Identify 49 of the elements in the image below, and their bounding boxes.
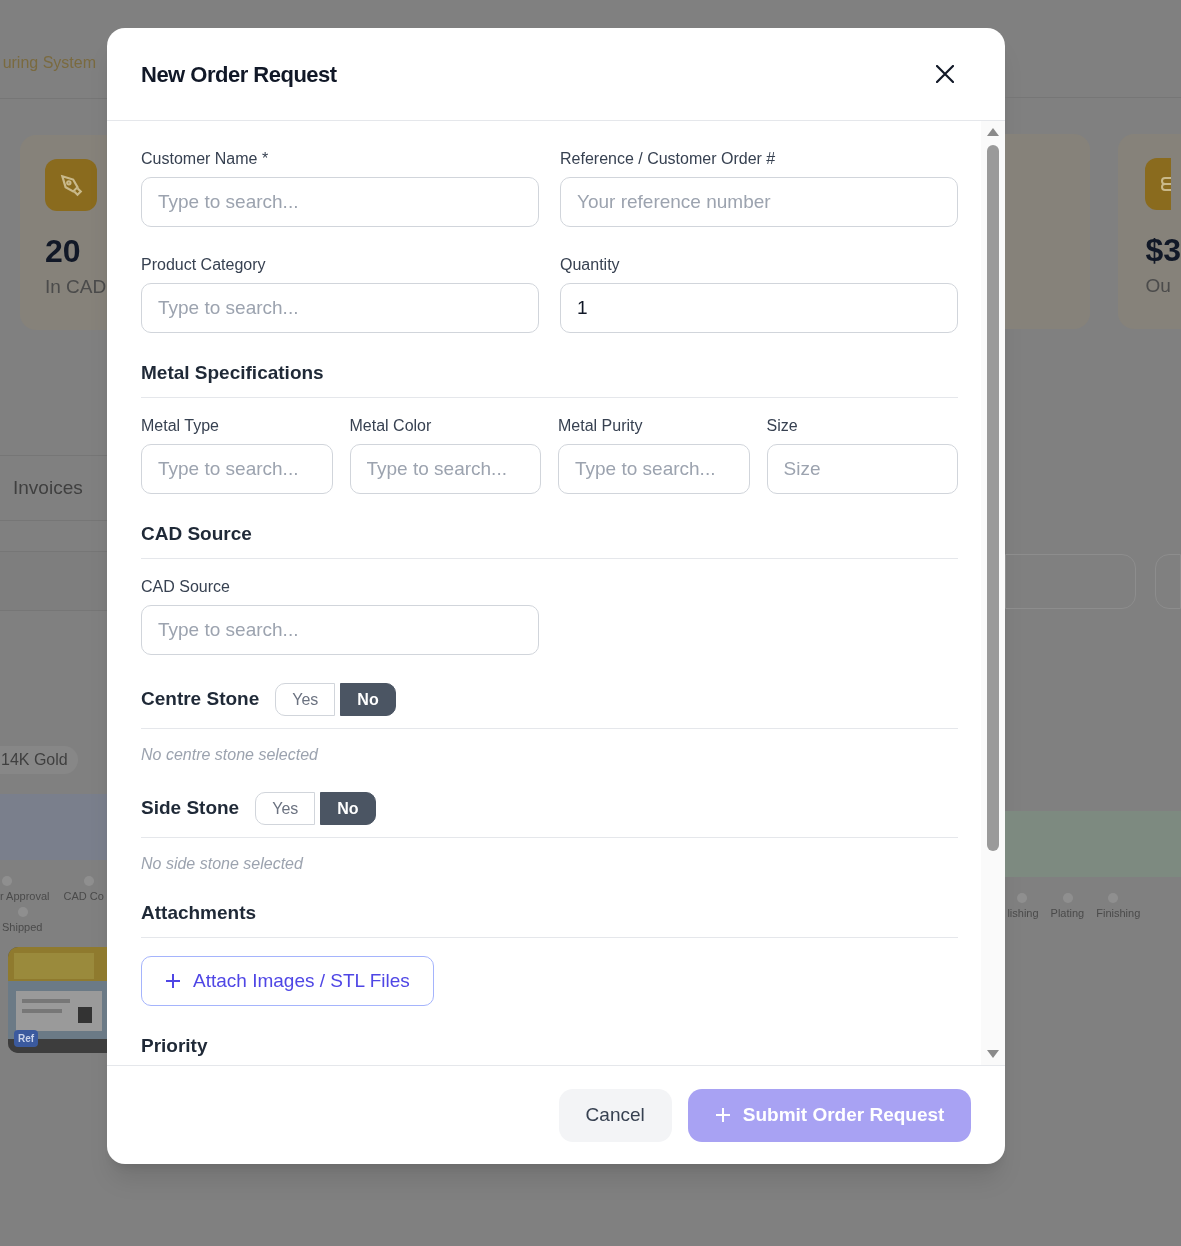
field-label: Size [766, 416, 799, 436]
app-subtitle: uring System [2, 53, 96, 73]
plus-icon [714, 1107, 731, 1123]
scroll-down-icon[interactable] [986, 1049, 1001, 1059]
scrollbar[interactable] [981, 121, 1006, 1065]
field-label: Metal Color [349, 416, 433, 436]
field-label: CAD Source [141, 577, 231, 597]
empty-note: No side stone selected [141, 854, 305, 874]
pen-nib-icon [58, 172, 84, 198]
empty-note: No centre stone selected [141, 745, 320, 765]
input-field[interactable]: Type to search... [141, 444, 333, 494]
toggle-option[interactable]: Yes [255, 792, 316, 825]
field-label: Customer Name * [141, 149, 270, 169]
search-field[interactable] [1005, 554, 1137, 609]
dialog-title: New Order Request [141, 60, 337, 89]
field-label: Product Category [141, 255, 267, 275]
tag: 14K Gold [0, 746, 78, 774]
toggle-option[interactable]: Yes [275, 683, 336, 716]
section-heading: CAD Source [141, 522, 253, 546]
plus-icon [165, 973, 181, 989]
section-heading: Priority [141, 1034, 209, 1058]
toggle-option[interactable]: No [320, 792, 376, 825]
toggle-label: Centre Stone [141, 687, 260, 712]
input-field[interactable]: Type to search... [141, 605, 539, 655]
input-field[interactable]: Type to search... [558, 444, 750, 494]
section-heading: Metal Specifications [141, 361, 325, 385]
toggle-option[interactable]: No [340, 683, 396, 716]
ref-badge: Ref [14, 1030, 39, 1047]
input-field[interactable]: Size [766, 444, 958, 494]
input-field[interactable]: 1 [560, 283, 958, 333]
close-icon [936, 65, 955, 83]
scroll-thumb[interactable] [987, 145, 1000, 851]
stat-label: In CAD [45, 275, 107, 299]
field-label: Quantity [560, 255, 621, 275]
toggle-label: Side Stone [141, 796, 240, 821]
input-field[interactable]: Type to search... [141, 177, 539, 227]
section-heading: Attachments [141, 901, 258, 925]
field-label: Reference / Customer Order # [560, 149, 777, 169]
field-label: Metal Purity [558, 416, 644, 436]
attach-button[interactable]: Attach Images / STL Files [141, 956, 434, 1006]
stat-value: 20 [45, 232, 82, 271]
cancel-button[interactable]: Cancel [558, 1088, 672, 1142]
input-field[interactable]: Your reference number [560, 177, 958, 227]
input-field[interactable]: Type to search... [349, 444, 541, 494]
stat-value: $3 [1145, 231, 1181, 270]
scroll-up-icon[interactable] [986, 127, 1001, 137]
field-label: Metal Type [141, 416, 220, 436]
input-field[interactable]: Type to search... [141, 283, 539, 333]
stat-label: Ou [1145, 274, 1172, 298]
